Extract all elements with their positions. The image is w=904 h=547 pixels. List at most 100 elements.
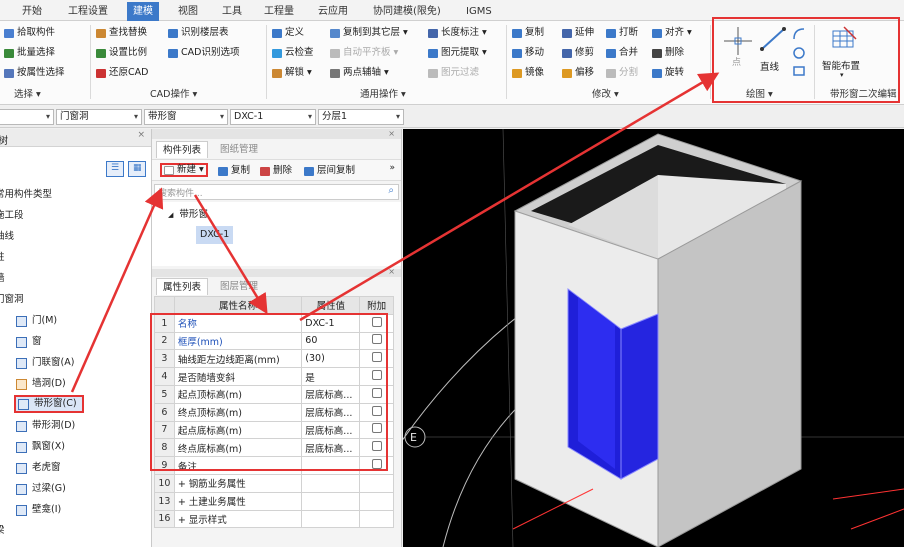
tab-drawing-management[interactable]: 图纸管理 <box>214 141 264 158</box>
recognize-floor-table-button[interactable]: 识别楼层表 <box>168 25 229 41</box>
property-row[interactable]: 13 + 土建业务属性 <box>154 491 394 511</box>
strip-window-icon <box>18 398 29 410</box>
define-button[interactable]: 定义 <box>272 25 304 41</box>
mirror-button[interactable]: 镜像 <box>512 65 544 81</box>
length-dimension-button[interactable]: 长度标注 ▾ <box>428 25 487 41</box>
rotate-icon <box>652 68 662 78</box>
merge-button[interactable]: 合并 <box>606 45 638 61</box>
3d-model-canvas[interactable]: E <box>403 129 904 547</box>
tab-start[interactable]: 开始 <box>22 3 42 20</box>
restore-cad-button[interactable]: 还原CAD <box>96 65 148 81</box>
tab-component-list[interactable]: 构件列表 <box>156 141 209 158</box>
tab-project-settings[interactable]: 工程设置 <box>68 3 108 20</box>
tree-item-window[interactable]: 窗 <box>16 333 42 351</box>
trim-button[interactable]: 修剪 <box>562 45 594 61</box>
tab-quantity[interactable]: 工程量 <box>264 3 294 20</box>
tree-item-common[interactable]: 常用构件类型 <box>0 186 52 204</box>
column-header-extra: 附加 <box>359 296 394 315</box>
component-search-input[interactable]: 搜索构件... ⌕ <box>154 184 399 200</box>
chevron-down-icon: ▾ <box>395 112 400 121</box>
tab-modeling[interactable]: 建模 <box>127 2 159 21</box>
subtype-combo[interactable]: 带形窗 ▾ <box>144 109 228 125</box>
category-combo[interactable]: ▾ <box>0 109 54 125</box>
tab-layer-management[interactable]: 图层管理 <box>214 278 264 295</box>
auto-align-slab-button[interactable]: 自动平齐板 ▾ <box>330 45 398 61</box>
copy-between-floors-button[interactable]: 层间复制 <box>304 163 355 179</box>
tree-item-door-window[interactable]: 门联窗(A) <box>16 354 74 372</box>
group-select-label[interactable]: 选择 ▾ <box>14 88 41 102</box>
offset-button[interactable]: 偏移 <box>562 65 594 81</box>
cad-recognize-options-button[interactable]: CAD识别选项 <box>168 45 239 61</box>
extend-button[interactable]: 延伸 <box>562 25 594 41</box>
batch-select-button[interactable]: 批量选择 <box>4 45 55 61</box>
copy-to-other-floor-button[interactable]: 复制到其它层 ▾ <box>330 25 408 41</box>
copy-component-button[interactable]: 复制 <box>218 163 250 179</box>
3d-viewport[interactable]: E <box>403 129 904 547</box>
type-combo[interactable]: 门窗洞 ▾ <box>56 109 142 125</box>
set-scale-button[interactable]: 设置比例 <box>96 45 147 61</box>
property-value[interactable] <box>301 491 361 511</box>
select-by-property-button[interactable]: 按属性选择 <box>4 65 65 81</box>
property-value[interactable] <box>301 509 361 529</box>
tree-item-wall-hole[interactable]: 墙洞(D) <box>16 375 66 393</box>
find-replace-button[interactable]: 查找替换 <box>96 25 147 41</box>
property-row[interactable]: 10 + 钢筋业务属性 <box>154 473 394 493</box>
merge-label: 合并 <box>619 47 639 58</box>
search-icon[interactable]: ⌕ <box>388 185 394 196</box>
component-combo[interactable]: DXC-1 ▾ <box>230 109 316 125</box>
list-view-button[interactable]: ☰ <box>106 161 124 177</box>
tab-collab[interactable]: 协同建模(限免) <box>373 3 441 20</box>
rotate-button[interactable]: 旋转 <box>652 65 684 81</box>
close-icon[interactable]: × <box>388 129 395 138</box>
tree-item-strip-hole[interactable]: 带形洞(D) <box>16 417 75 435</box>
element-filter-button[interactable]: 图元过滤 <box>428 65 479 81</box>
tab-view[interactable]: 视图 <box>178 3 198 20</box>
group-general-label[interactable]: 通用操作 ▾ <box>360 88 406 102</box>
mirror-icon <box>512 68 522 78</box>
extract-element-button[interactable]: 图元提取 ▾ <box>428 45 487 61</box>
tree-item-section[interactable]: 施工段 <box>0 207 24 225</box>
bay-window-icon <box>16 441 27 453</box>
move-button[interactable]: 移动 <box>512 45 544 61</box>
tab-cloud[interactable]: 云应用 <box>318 3 348 20</box>
delete-component-button[interactable]: 删除 <box>260 163 292 179</box>
component-item-dxc1[interactable]: DXC-1 <box>196 226 234 244</box>
tab-tools[interactable]: 工具 <box>222 3 242 20</box>
tree-item-dormer[interactable]: 老虎窗 <box>16 459 61 477</box>
new-component-button[interactable]: 新建 ▾ <box>160 163 208 177</box>
property-value[interactable] <box>301 473 361 493</box>
tree-item-beam[interactable]: 梁 <box>0 522 5 540</box>
pick-component-button[interactable]: 拾取构件 <box>4 25 55 41</box>
tree-item-niche[interactable]: 壁龛(I) <box>16 501 61 519</box>
component-group-strip-window[interactable]: ◢ 带形窗 <box>168 206 208 224</box>
split-button[interactable]: 分割 <box>606 65 638 81</box>
window-icon <box>16 336 27 348</box>
tree-item-axis[interactable]: 轴线 <box>0 228 14 246</box>
break-button[interactable]: 打断 <box>606 25 638 41</box>
tree-item-column[interactable]: 柱 <box>0 249 5 267</box>
align-button[interactable]: 对齐 ▾ <box>652 25 692 41</box>
close-icon[interactable]: × <box>388 267 395 276</box>
cloud-check-button[interactable]: 云检查 <box>272 45 314 61</box>
tree-item-bay-window[interactable]: 飘窗(X) <box>16 438 65 456</box>
close-icon[interactable]: × <box>137 130 145 140</box>
property-row[interactable]: 16 + 显示样式 <box>154 509 394 529</box>
layer-combo[interactable]: 分层1 ▾ <box>318 109 404 125</box>
group-modify-label[interactable]: 修改 ▾ <box>592 88 619 102</box>
copy-button[interactable]: 复制 <box>512 25 544 41</box>
tree-item-openings[interactable]: 门窗洞 <box>0 291 24 309</box>
grid-view-button[interactable]: ▦ <box>128 161 146 177</box>
tree-item-door[interactable]: 门(M) <box>16 312 57 330</box>
tab-igms[interactable]: IGMS <box>466 3 492 20</box>
tab-property-list[interactable]: 属性列表 <box>156 278 209 295</box>
tree-item-strip-window[interactable]: 带形窗(C) <box>14 395 84 413</box>
offset-label: 偏移 <box>575 67 595 78</box>
tree-item-lintel[interactable]: 过梁(G) <box>16 480 66 498</box>
delete-button[interactable]: 删除 <box>652 45 684 61</box>
tree-item-wall[interactable]: 墙 <box>0 270 5 288</box>
unlock-icon <box>272 68 282 78</box>
two-point-axis-button[interactable]: 两点辅轴 ▾ <box>330 65 389 81</box>
group-cad-label[interactable]: CAD操作 ▾ <box>150 88 197 102</box>
more-icon[interactable]: » <box>389 163 395 173</box>
unlock-button[interactable]: 解锁 ▾ <box>272 65 312 81</box>
